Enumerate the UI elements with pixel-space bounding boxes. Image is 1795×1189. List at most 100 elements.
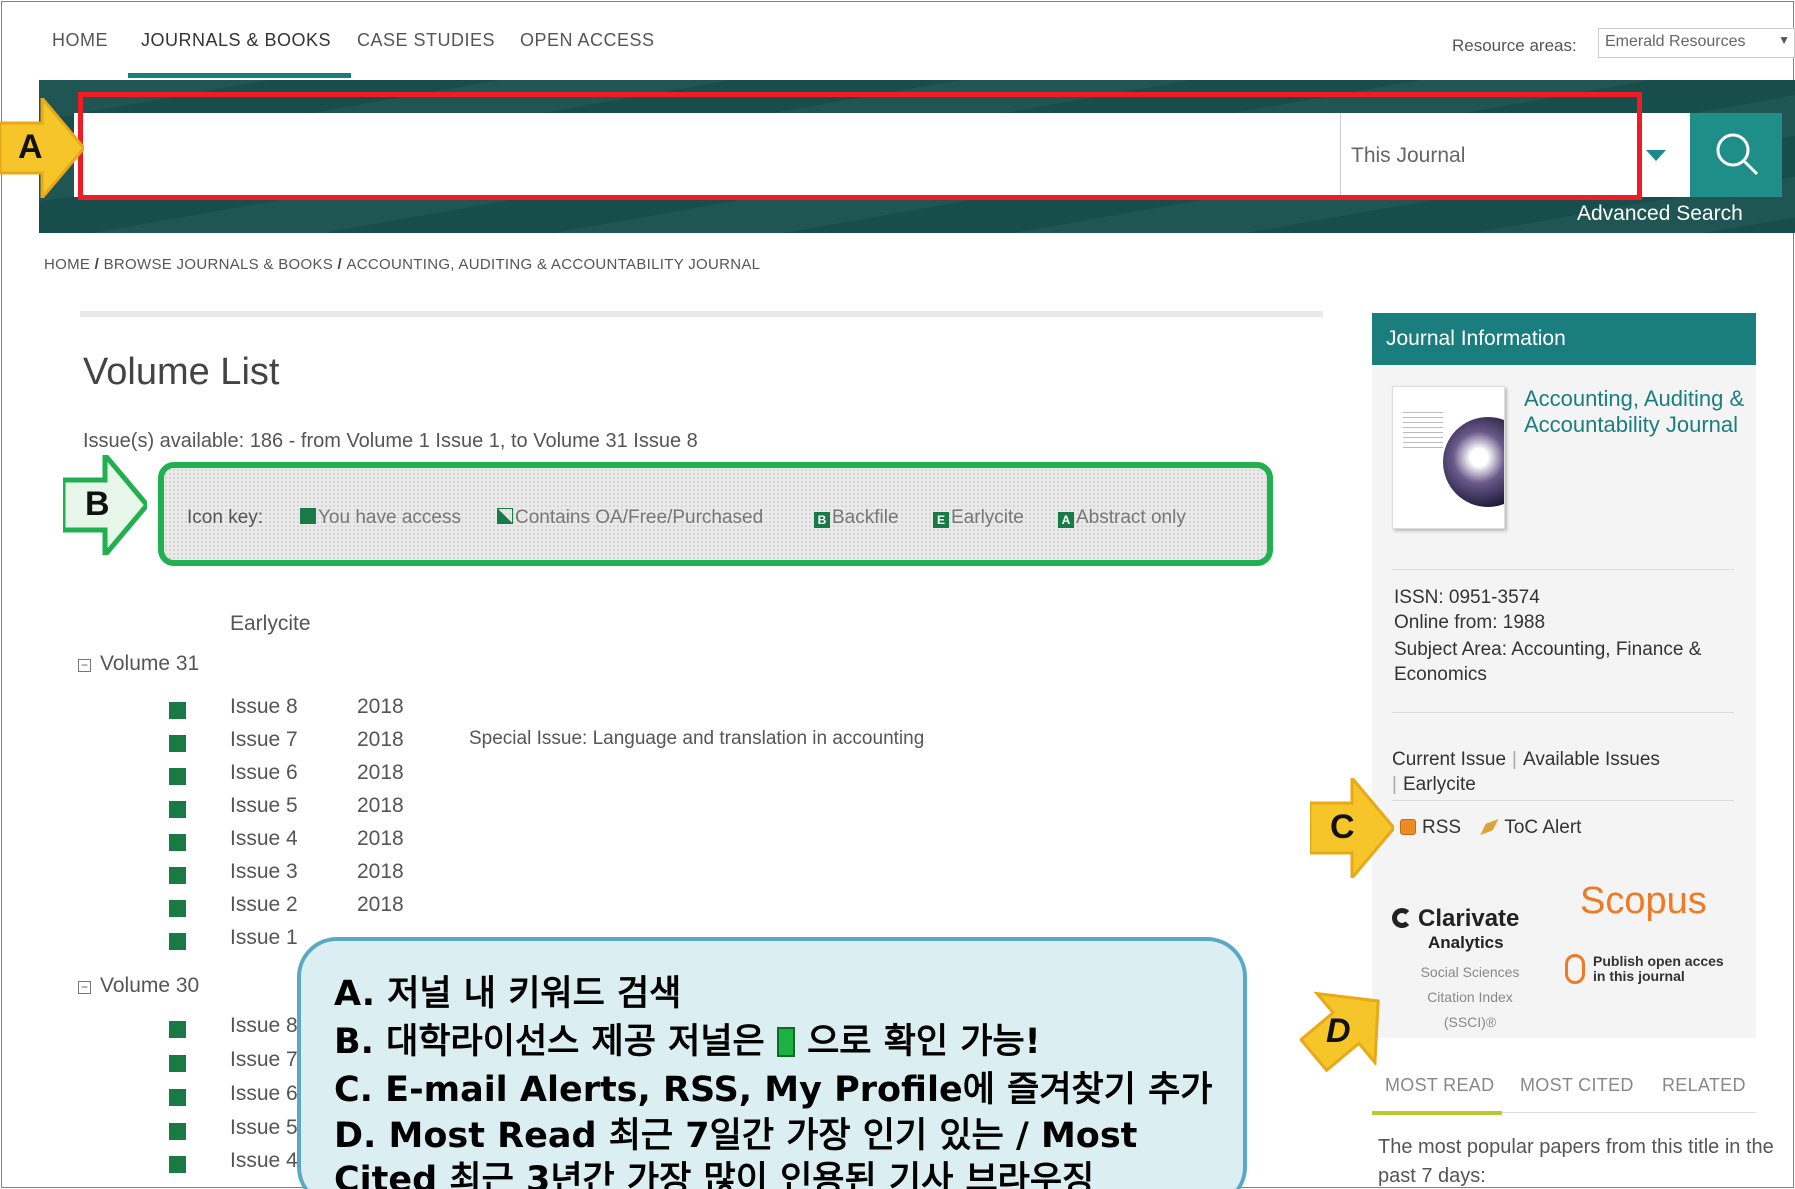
access-square-icon [169, 867, 186, 884]
callout-c-letter: C [1330, 808, 1355, 846]
access-square-icon [169, 1089, 186, 1106]
abstract-icon: A [1058, 512, 1074, 528]
icon-key-oa: Contains OA/Free/Purchased [497, 507, 763, 529]
earlycite-link[interactable]: Earlycite [230, 612, 311, 636]
sidebar-earlycite-link[interactable]: Earlycite [1403, 774, 1476, 795]
issue-link[interactable]: Issue 2 [230, 893, 298, 917]
access-square-icon [169, 1156, 186, 1173]
open-lock-icon [1565, 954, 1585, 984]
issue-link[interactable]: Issue 8 [230, 695, 298, 719]
access-square-icon [300, 508, 316, 524]
table-row: Issue 2 2018 [0, 893, 1200, 923]
journal-cover-image[interactable] [1392, 386, 1505, 529]
issn: ISSN: 0951-3574 [1394, 587, 1540, 608]
issue-note: Special Issue: Language and translation … [469, 728, 925, 749]
issue-link[interactable]: Issue 5 [230, 794, 298, 818]
available-issues-link[interactable]: Available Issues [1523, 749, 1660, 770]
access-square-icon [169, 735, 186, 752]
oa-triangle-icon [497, 508, 513, 524]
access-square-icon [169, 900, 186, 917]
issue-year: 2018 [357, 827, 404, 850]
rss-icon [1400, 819, 1416, 835]
icon-key-abstract: A Abstract only [1058, 507, 1186, 529]
table-row: Issue 7 2018 Special Issue: Language and t… [0, 728, 1200, 758]
nav-open-access[interactable]: OPEN ACCESS [520, 30, 655, 51]
note-line-d2: Cited 최근 3년간 가장 많이 인용된 기사 브라우징 [334, 1160, 1095, 1189]
volume-31-toggle[interactable]: − Volume 31 [78, 652, 199, 676]
issue-link[interactable]: Issue 6 [230, 1082, 298, 1106]
resource-areas-select[interactable]: Emerald Resources ▼ [1598, 28, 1795, 58]
scopus-logo: Scopus [1580, 880, 1707, 922]
article-tabs: MOST READ MOST CITED RELATED [1372, 1075, 1756, 1115]
issue-link[interactable]: Issue 1 [230, 926, 298, 950]
advanced-search-link[interactable]: Advanced Search [1577, 202, 1743, 226]
access-square-icon [169, 801, 186, 818]
callout-b-letter: B [85, 485, 110, 523]
bell-icon [1480, 819, 1499, 835]
issue-year: 2018 [357, 695, 404, 718]
nav-home[interactable]: HOME [52, 30, 108, 51]
access-square-icon [169, 768, 186, 785]
toc-alert-link[interactable]: ToC Alert [1504, 817, 1581, 838]
collapse-icon[interactable]: − [78, 981, 91, 994]
access-square-icon [776, 1027, 795, 1057]
issue-link[interactable]: Issue 3 [230, 860, 298, 884]
icon-key-access: You have access [300, 507, 461, 529]
issue-year: 2018 [357, 728, 404, 751]
breadcrumb-home[interactable]: HOME [44, 256, 90, 273]
issue-year: 2018 [357, 860, 404, 883]
breadcrumb-journal[interactable]: ACCOUNTING, AUDITING & ACCOUNTABILITY JO… [346, 256, 760, 273]
resource-areas-value: Emerald Resources [1605, 33, 1746, 50]
active-tab-indicator [1372, 1111, 1502, 1115]
note-line-a: A. 저널 내 키워드 검색 [334, 974, 682, 1014]
issue-year: 2018 [357, 794, 404, 817]
issue-link[interactable]: Issue 8 [230, 1014, 298, 1038]
callout-d: D [1298, 978, 1392, 1083]
volume-30-toggle[interactable]: − Volume 30 [78, 974, 199, 998]
divider [1502, 1112, 1756, 1113]
issue-link[interactable]: Issue 5 [230, 1116, 298, 1140]
issue-link[interactable]: Issue 6 [230, 761, 298, 785]
tab-related[interactable]: RELATED [1662, 1075, 1746, 1096]
callout-b: B [60, 448, 151, 562]
journal-title-link[interactable]: Accounting, Auditing & Accountability Jo… [1524, 386, 1754, 438]
issue-link[interactable]: Issue 7 [230, 728, 298, 752]
earlycite-icon: E [933, 512, 949, 528]
breadcrumb: HOME / BROWSE JOURNALS & BOOKS / ACCOUNT… [44, 256, 761, 273]
issue-link[interactable]: Issue 4 [230, 1149, 298, 1173]
callout-c: C [1308, 773, 1396, 883]
callout-a-letter: A [18, 128, 43, 166]
subject-area: Subject Area: Accounting, Finance & Econ… [1394, 639, 1702, 685]
table-row: Issue 3 2018 [0, 860, 1200, 890]
search-icon [1716, 133, 1759, 176]
issues-available-text: Issue(s) available: 186 - from Volume 1 … [83, 430, 698, 452]
scope-dropdown-arrow-icon[interactable] [1646, 150, 1666, 161]
callout-d-letter: D [1326, 1012, 1351, 1050]
issue-links: Current Issue | Available Issues [1392, 749, 1660, 770]
nav-case-studies[interactable]: CASE STUDIES [357, 30, 495, 51]
rss-link[interactable]: RSS [1422, 817, 1461, 838]
access-square-icon [169, 1055, 186, 1072]
divider [1392, 569, 1734, 570]
dropdown-arrow-icon: ▼ [1778, 33, 1790, 47]
page-title: Volume List [83, 351, 280, 393]
issue-link[interactable]: Issue 4 [230, 827, 298, 851]
divider [1392, 712, 1734, 713]
divider [80, 311, 1323, 317]
tab-most-read[interactable]: MOST READ [1385, 1075, 1494, 1096]
search-button[interactable] [1690, 113, 1782, 197]
collapse-icon[interactable]: − [78, 659, 91, 672]
tab-most-cited[interactable]: MOST CITED [1520, 1075, 1634, 1096]
alert-links: RSS ToC Alert [1400, 817, 1581, 839]
icon-key-backfile: B Backfile [814, 507, 899, 529]
nav-journals-books[interactable]: JOURNALS & BOOKS [141, 30, 331, 51]
resource-areas-label: Resource areas: [1452, 36, 1577, 55]
clarivate-logo: Clarivate Analytics [1392, 905, 1519, 952]
nav-active-indicator [128, 73, 351, 78]
issue-link[interactable]: Issue 7 [230, 1048, 298, 1072]
backfile-icon: B [814, 512, 830, 528]
breadcrumb-browse[interactable]: BROWSE JOURNALS & BOOKS [104, 256, 333, 273]
icon-key-earlycite: E Earlycite [933, 507, 1024, 529]
current-issue-link[interactable]: Current Issue [1392, 749, 1506, 770]
access-square-icon [169, 933, 186, 950]
